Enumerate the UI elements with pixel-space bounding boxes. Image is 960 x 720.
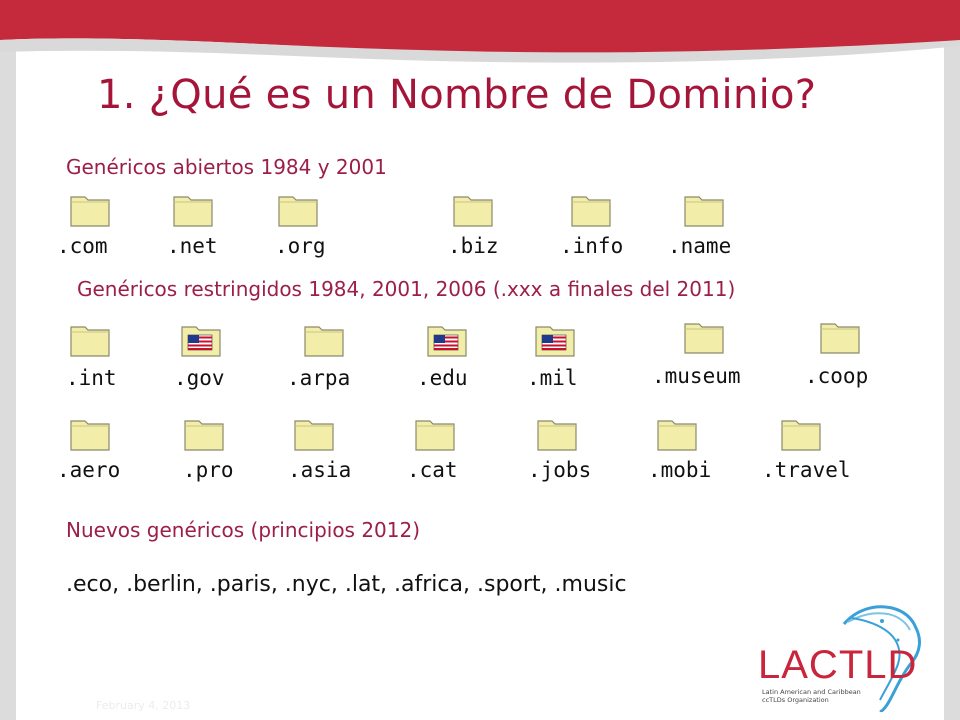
folder-icon bbox=[781, 420, 821, 451]
folder-icon bbox=[278, 196, 318, 227]
tld-label: .coop bbox=[805, 364, 869, 388]
new-tlds-list: .eco, .berlin, .paris, .nyc, .lat, .afri… bbox=[66, 572, 627, 597]
folder-icon bbox=[415, 420, 455, 451]
folder-icon bbox=[684, 323, 724, 354]
folder-icon bbox=[294, 420, 334, 451]
folder-icon bbox=[571, 196, 611, 227]
folder-icon bbox=[304, 326, 344, 357]
folder-icon bbox=[537, 420, 577, 451]
tld-label: .jobs bbox=[528, 458, 592, 482]
section-open-generics: Genéricos abiertos 1984 y 2001 bbox=[66, 155, 387, 179]
tld-label: .gov bbox=[174, 366, 225, 390]
tld-label: .net bbox=[167, 234, 218, 258]
tld-label: .asia bbox=[288, 458, 352, 482]
slide: 1. ¿Qué es un Nombre de Dominio? Genéric… bbox=[0, 0, 960, 720]
logo-subtitle: Latin American and Caribbean ccTLDs Orga… bbox=[762, 688, 861, 704]
tld-label: .com bbox=[57, 234, 108, 258]
tld-label: .edu bbox=[417, 366, 468, 390]
tld-label: .arpa bbox=[287, 366, 351, 390]
tld-label: .info bbox=[560, 234, 624, 258]
folder-icon bbox=[184, 420, 224, 451]
tld-label: .name bbox=[668, 234, 732, 258]
folder-icon bbox=[70, 196, 110, 227]
tld-label: .int bbox=[66, 366, 117, 390]
folder-icon bbox=[70, 326, 110, 357]
tld-label: .cat bbox=[407, 458, 458, 482]
folder-icon bbox=[657, 420, 697, 451]
folder-icon bbox=[820, 323, 860, 354]
tld-label: .mobi bbox=[648, 458, 712, 482]
footer-date: February 4, 2013 bbox=[96, 699, 191, 712]
section-new-generics: Nuevos genéricos (principios 2012) bbox=[66, 518, 421, 542]
folder-icon bbox=[173, 196, 213, 227]
folder-icon bbox=[70, 420, 110, 451]
tld-label: .aero bbox=[57, 458, 121, 482]
tld-label: .museum bbox=[652, 364, 741, 388]
folder-icon bbox=[453, 196, 493, 227]
tld-label: .travel bbox=[762, 458, 851, 482]
page-title: 1. ¿Qué es un Nombre de Dominio? bbox=[97, 72, 817, 118]
tld-label: .biz bbox=[448, 234, 499, 258]
us-flag-folder-icon bbox=[535, 326, 575, 357]
svg-text:LACTLD: LACTLD bbox=[758, 643, 917, 687]
us-flag-folder-icon bbox=[181, 326, 221, 357]
tld-label: .pro bbox=[183, 458, 234, 482]
section-restricted-generics: Genéricos restringidos 1984, 2001, 2006 … bbox=[77, 277, 736, 301]
tld-label: .org bbox=[275, 234, 326, 258]
folder-icon bbox=[684, 196, 724, 227]
us-flag-folder-icon bbox=[427, 326, 467, 357]
tld-label: .mil bbox=[527, 366, 578, 390]
